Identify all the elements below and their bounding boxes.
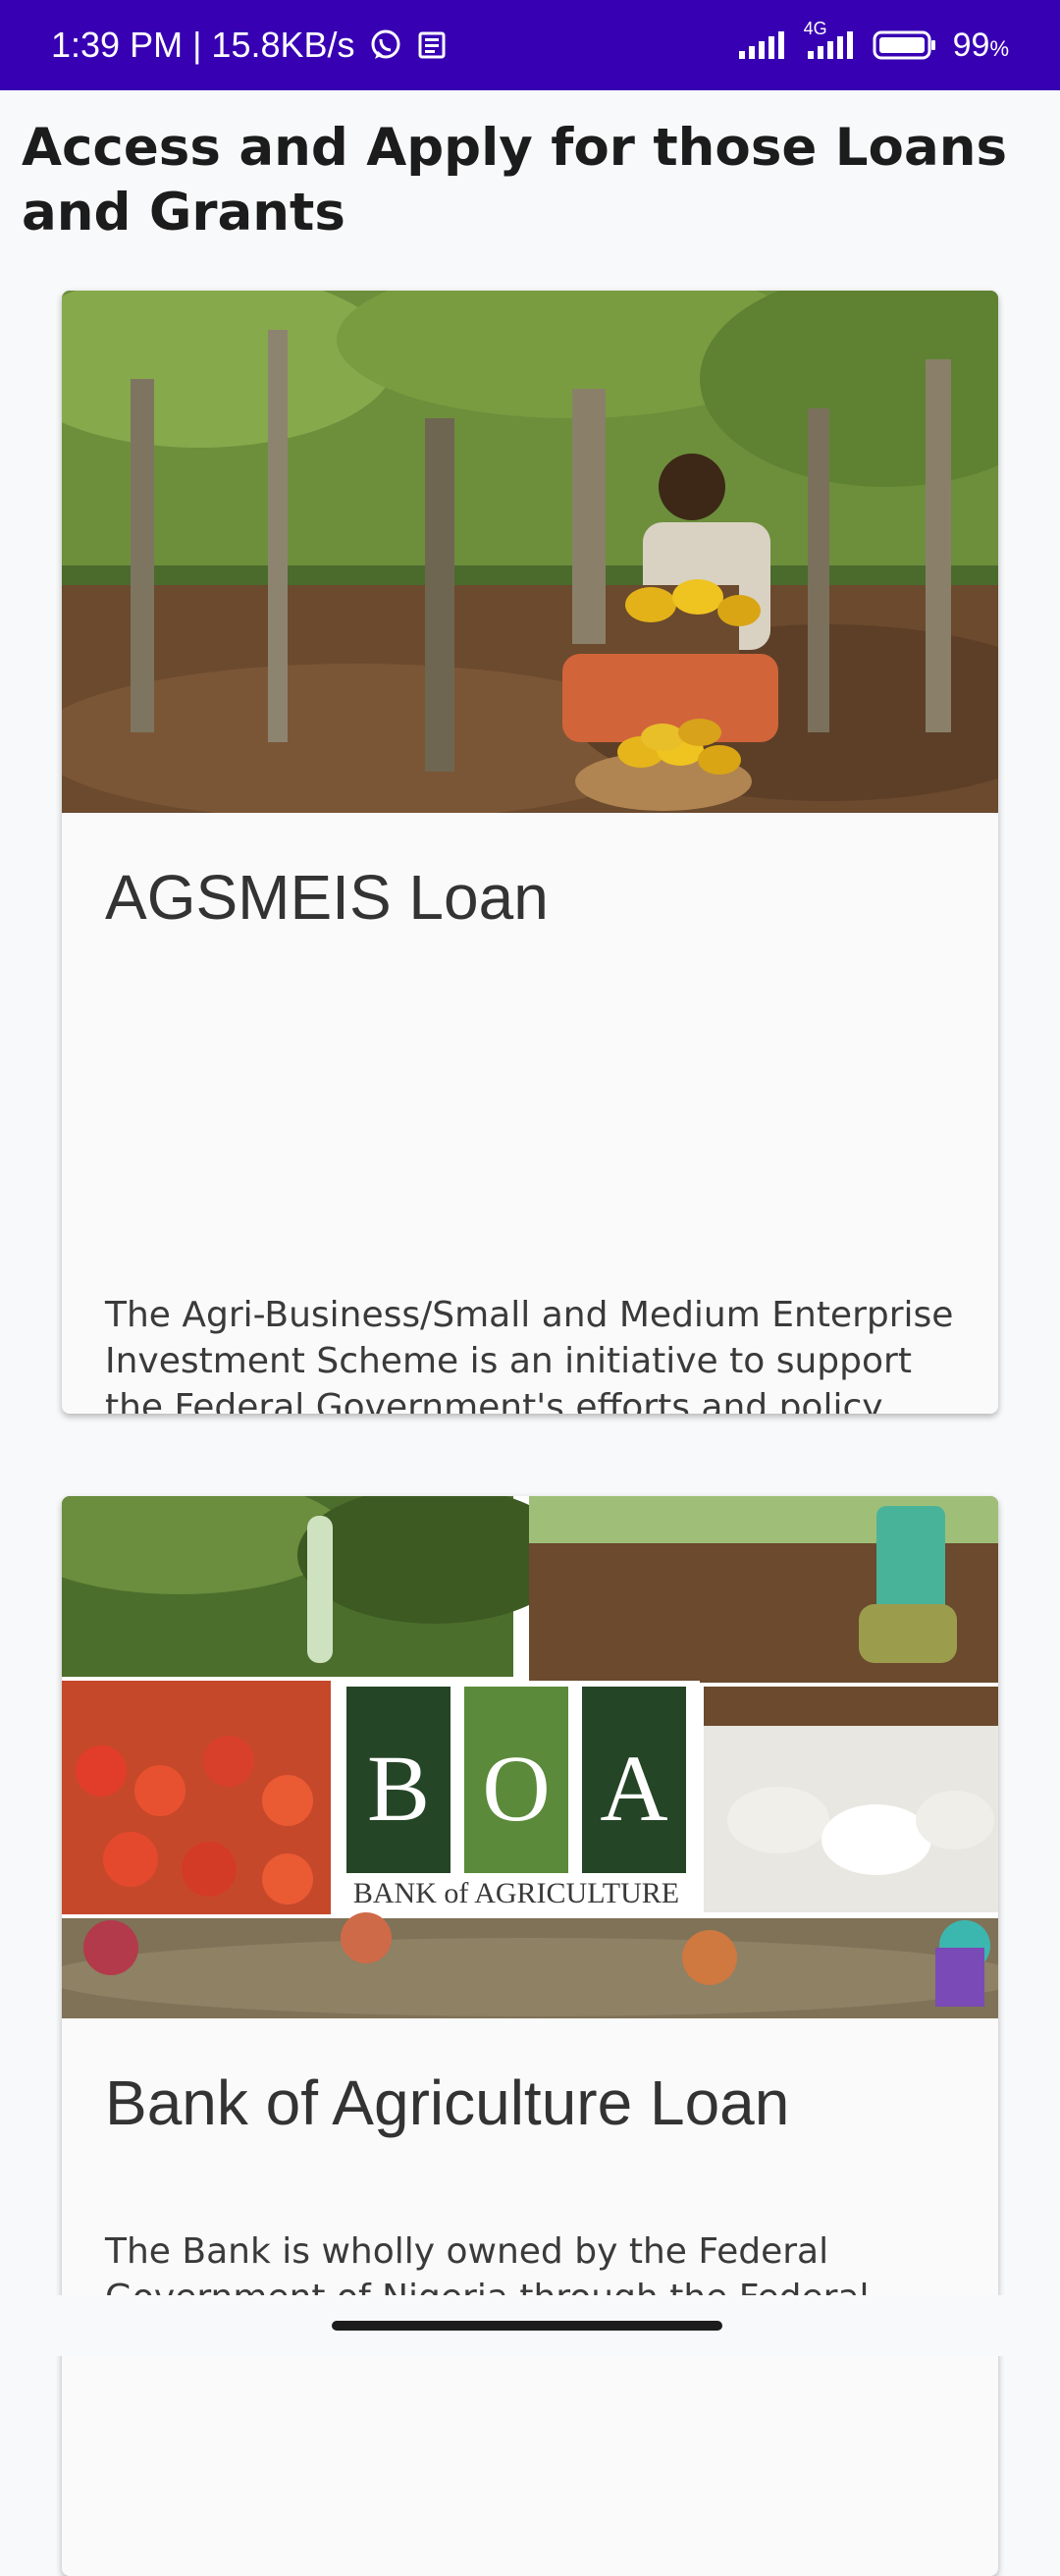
logo-letter-a: A [600, 1736, 667, 1841]
network-type: 4G [803, 19, 827, 38]
status-time-speed: 1:39 PM | 15.8KB/s [51, 25, 355, 65]
card-description: The Agri-Business/Small and Medium Enter… [105, 1295, 954, 1414]
loan-card-agsmeis[interactable]: AGSMEIS Loan The Agri-Business/Small and… [62, 291, 998, 1414]
status-left: 1:39 PM | 15.8KB/s [51, 25, 448, 66]
battery-icon [873, 29, 937, 61]
gesture-nav-bar [0, 2295, 1060, 2356]
status-bar: 1:39 PM | 15.8KB/s 4G 99% [0, 0, 1060, 90]
card-title: Bank of Agriculture Loan [105, 2067, 790, 2138]
news-icon [416, 29, 448, 61]
whatsapp-icon [369, 28, 402, 62]
logo-letter-o: O [482, 1736, 550, 1841]
home-gesture-handle[interactable] [332, 2321, 722, 2331]
logo-text: BANK of AGRICULTURE [353, 1877, 679, 1909]
page-title: Access and Apply for those Loans and Gra… [22, 118, 1007, 242]
battery-level: 99% [952, 26, 1009, 64]
signal-4g-icon: 4G [802, 19, 857, 60]
signal-icon [737, 30, 786, 60]
status-right: 4G 99% [737, 19, 1009, 65]
bank-of-agriculture-collage: B O A BANK of AGRICULTURE [62, 1496, 998, 2018]
cocoa-farmer-photo [62, 291, 998, 813]
logo-letter-b: B [367, 1736, 430, 1841]
card-title: AGSMEIS Loan [105, 862, 549, 933]
loan-card-bank-of-agriculture[interactable]: B O A BANK of AGRICULTURE Bank of Agricu… [62, 1496, 998, 2576]
